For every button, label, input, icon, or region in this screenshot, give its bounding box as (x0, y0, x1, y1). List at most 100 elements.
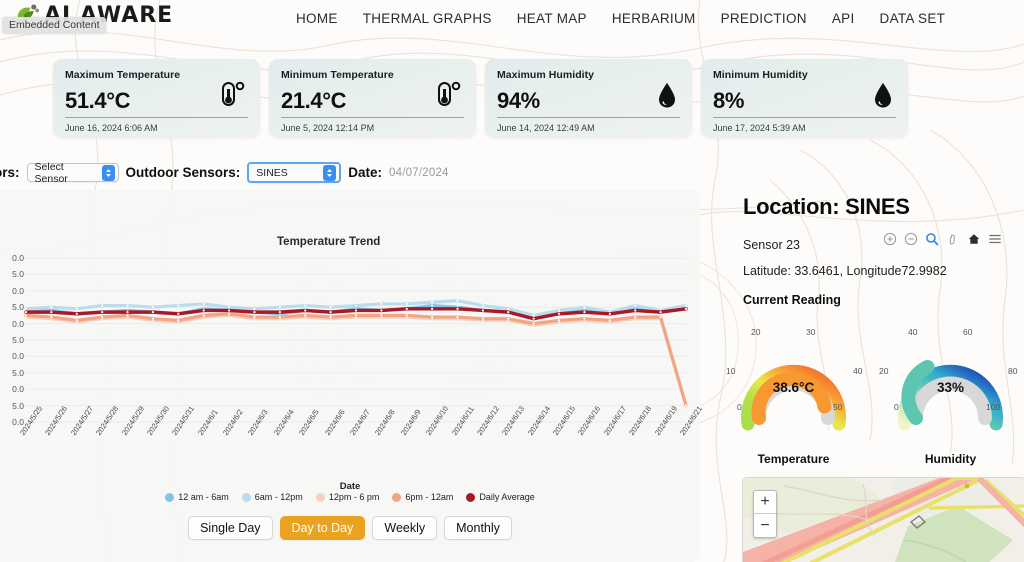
chart-data-point (75, 319, 78, 322)
chart-data-point (227, 312, 231, 315)
chart-data-point (583, 311, 586, 314)
legend-color-swatch (241, 492, 251, 502)
gauge-temperature-value: 38.6°C (772, 380, 815, 395)
gauge-humidity-label: Humidity (924, 452, 977, 466)
legend-item[interactable]: 6pm - 12am (392, 492, 453, 502)
chart-data-point (380, 309, 383, 312)
gauge-temperature: 0 10 20 30 40 50 38.6°C Temperature (720, 318, 867, 466)
chart-data-point (684, 307, 688, 310)
date-day: 07 (405, 166, 419, 179)
chart-y-tick: 5.0 (12, 400, 24, 411)
chart-data-point (507, 317, 510, 320)
indoor-sensor-select[interactable]: Select Sensor (26, 161, 119, 185)
card-title: Maximum Temperature (65, 69, 181, 81)
chart-data-point (253, 315, 256, 319)
range-button-single-day[interactable]: Single Day (188, 516, 273, 540)
thermometer-icon (222, 81, 245, 106)
card-value: 8% (713, 88, 744, 113)
date-input[interactable]: 04/07/2024 (389, 167, 449, 179)
card-title: Minimum Humidity (713, 69, 808, 81)
stat-card-min-humidity: Minimum Humidity 8% June 17, 2024 5:39 A… (701, 59, 908, 138)
chart-data-point (557, 319, 561, 322)
legend-title: Date (339, 481, 361, 492)
chart-data-point (151, 311, 155, 314)
chart-data-point (481, 309, 485, 312)
chart-data-point (177, 304, 180, 307)
location-map[interactable]: + − (742, 477, 1024, 562)
chart-data-point (634, 304, 637, 307)
chart-data-point (329, 306, 332, 309)
nav-item-herbarium[interactable]: HERBARIUM (612, 11, 696, 26)
chart-data-point (278, 311, 281, 314)
map-zoom-out-button[interactable]: − (754, 514, 776, 537)
range-button-weekly[interactable]: Weekly (372, 516, 438, 540)
map-zoom-controls: + − (753, 490, 777, 538)
stat-cards: Maximum Temperature 51.4°C June 16, 2024… (53, 59, 908, 138)
gauge-temperature-label: Temperature (757, 452, 830, 466)
chart-data-point (532, 322, 535, 325)
nav-item-prediction[interactable]: PREDICTION (721, 11, 807, 26)
chart-data-point (405, 314, 408, 317)
card-title: Minimum Temperature (281, 69, 394, 81)
chart-data-point (380, 314, 383, 317)
chart-data-point (278, 306, 281, 309)
chart-data-point (481, 304, 485, 307)
pan-icon[interactable] (946, 232, 960, 246)
card-timestamp: June 5, 2024 12:14 PM (281, 123, 375, 133)
outdoor-sensor-value: SINES (256, 166, 288, 179)
chart-data-point (151, 317, 155, 320)
chart-y-tick: 0.0 (12, 253, 24, 263)
temperature-trend-plot[interactable] (0, 252, 700, 430)
chart-data-point (634, 315, 637, 319)
chart-x-axis-labels: 2024/5/25 2024/5/26 2024/5/27 2024/5/28 2024… (0, 404, 704, 478)
gauge-humidity: 0 20 40 60 80 100 33% Humidity (877, 318, 1024, 466)
nav-item-heat-map[interactable]: HEAT MAP (517, 11, 587, 26)
date-label: Date: (348, 165, 383, 180)
chart-data-point (557, 312, 561, 315)
card-timestamp: June 16, 2024 6:06 AM (65, 123, 158, 133)
chart-y-tick: 0.0 (12, 351, 24, 362)
home-reset-icon[interactable] (967, 232, 981, 246)
selection-zoom-icon[interactable] (925, 232, 939, 246)
stat-card-max-humidity: Maximum Humidity 94% June 14, 2024 12:49… (485, 59, 692, 138)
chart-data-point (177, 312, 180, 315)
zoom-out-icon[interactable] (904, 232, 918, 246)
chart-data-point (304, 309, 307, 312)
chart-data-point (126, 304, 129, 307)
range-button-monthly[interactable]: Monthly (444, 516, 512, 540)
chart-data-point (202, 302, 205, 306)
chart-data-point (659, 311, 662, 314)
chart-data-point (583, 306, 586, 309)
card-timestamp: June 17, 2024 5:39 AM (713, 123, 806, 133)
legend-item[interactable]: Daily Average (466, 492, 535, 502)
zoom-in-icon[interactable] (883, 232, 897, 246)
legend-color-swatch (315, 492, 325, 502)
legend-item[interactable]: 6am - 12pm (241, 492, 303, 502)
chart-data-point (456, 299, 459, 302)
range-button-day-to-day[interactable]: Day to Day (279, 516, 366, 540)
indoor-sensors-label: ors: (0, 165, 20, 180)
chart-data-point (431, 307, 434, 310)
nav-item-api[interactable]: API (832, 11, 855, 26)
map-zoom-in-button[interactable]: + (754, 491, 776, 514)
gauge-tick-20: 20 (751, 327, 761, 337)
chart-data-point (532, 314, 535, 317)
chart-data-point (481, 317, 485, 320)
nav-item-data-set[interactable]: DATA SET (880, 11, 946, 26)
nav-item-thermal-graphs[interactable]: THERMAL GRAPHS (363, 11, 492, 26)
gauge-tick-60: 60 (963, 327, 973, 337)
chart-data-point (380, 302, 383, 306)
legend-item[interactable]: 12 am - 6am (165, 492, 229, 502)
nav-item-home[interactable]: HOME (296, 11, 338, 26)
stat-card-max-temperature: Maximum Temperature 51.4°C June 16, 2024… (53, 59, 260, 138)
chart-y-tick: 5.0 (12, 367, 24, 378)
legend-item[interactable]: 12pm - 6 pm (315, 492, 379, 502)
chart-data-point (405, 302, 408, 306)
menu-icon[interactable] (988, 232, 1002, 246)
chart-data-point (24, 307, 28, 310)
main-navigation: HOME THERMAL GRAPHS HEAT MAP HERBARIUM P… (296, 11, 945, 26)
legend-color-swatch (392, 492, 402, 502)
gauge-tick-40: 40 (853, 366, 863, 376)
chart-data-point (304, 314, 307, 317)
outdoor-sensor-select[interactable]: SINES (247, 162, 342, 183)
